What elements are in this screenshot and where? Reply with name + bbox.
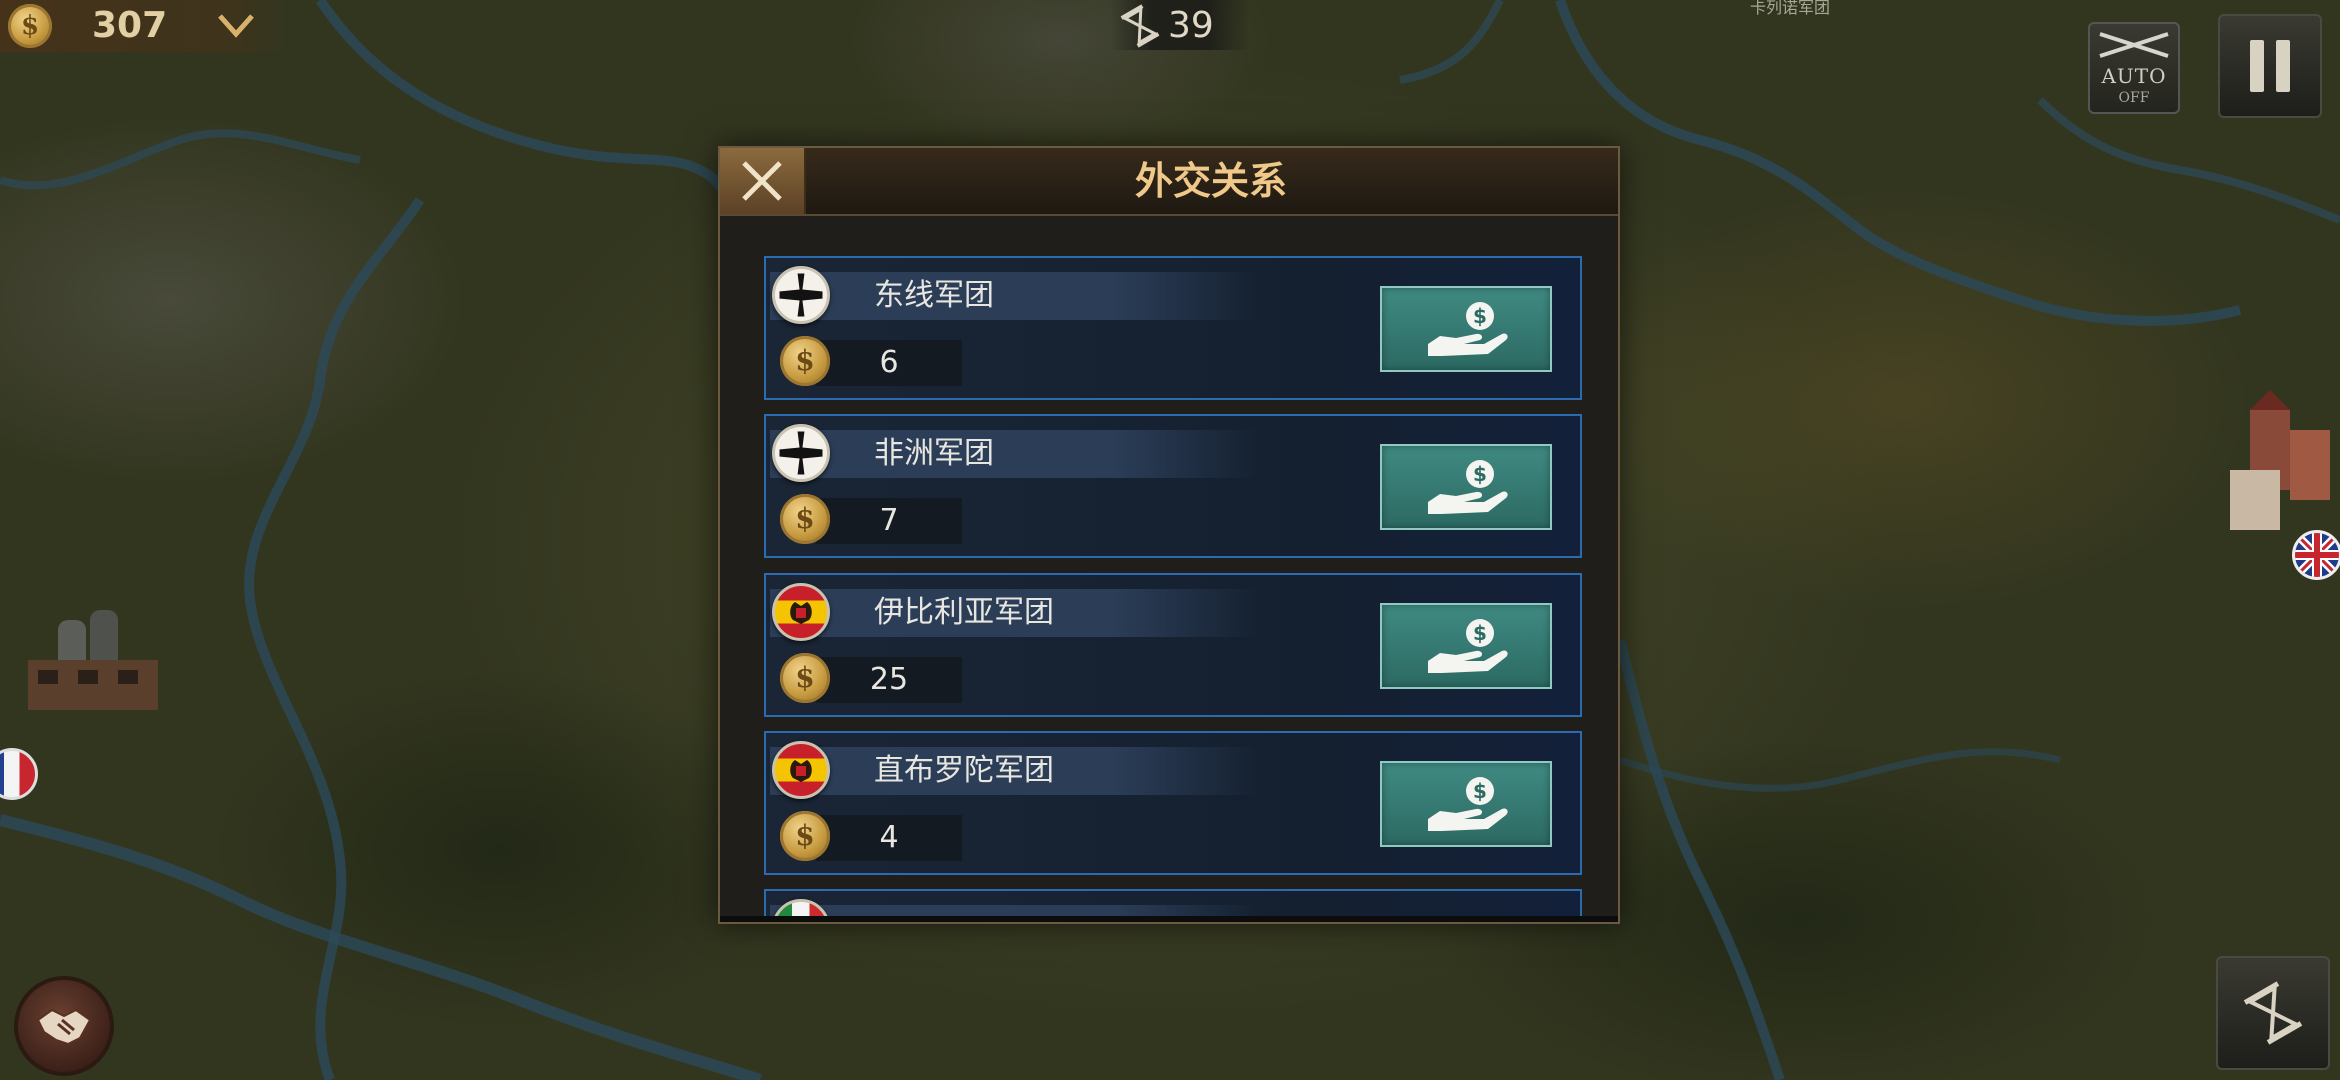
turn-value: 39 [1168, 5, 1214, 46]
hand-money-icon: $ [1428, 777, 1508, 831]
bribe-button[interactable]: $ [1380, 761, 1552, 847]
city-buildings[interactable] [2220, 390, 2340, 550]
crossed-rifles-icon [2099, 32, 2169, 58]
gold-coin-icon: $ [8, 4, 52, 48]
dialog-bottom-edge [720, 916, 1618, 922]
hand-money-icon: $ [1428, 302, 1508, 356]
factory-building[interactable] [18, 590, 188, 740]
gold-counter[interactable]: $ 307 [0, 0, 285, 52]
close-button[interactable] [720, 148, 806, 214]
hourglass-icon [1120, 4, 1160, 48]
close-icon [742, 161, 782, 201]
dialog-header: 外交关系 [720, 148, 1618, 216]
svg-text:$: $ [1473, 621, 1487, 645]
iron-cross-flag-icon [772, 424, 830, 482]
svg-text:$: $ [1473, 304, 1487, 328]
faction-cost: 7 [879, 503, 899, 538]
faction-list[interactable]: 东线军团 $ 6 $ 非洲军团 $ 7 $ 伊比利亚军团 $ 25 $ 直布罗陀… [720, 216, 1618, 918]
svg-text:$: $ [1473, 779, 1487, 803]
gold-coin-icon: $ [780, 811, 830, 861]
hand-money-icon: $ [1428, 460, 1508, 514]
faction-name: 直布罗陀军团 [874, 753, 1054, 788]
faction-row: 东线军团 $ 6 $ [764, 256, 1582, 400]
faction-name: 非洲军团 [874, 436, 994, 471]
chevron-down-icon[interactable] [216, 10, 256, 40]
gold-coin-icon: $ [780, 653, 830, 703]
auto-label: AUTO [2101, 64, 2167, 88]
bribe-button[interactable]: $ [1380, 603, 1552, 689]
diplomacy-dialog: 外交关系 东线军团 $ 6 $ 非洲军团 $ 7 $ 伊比利亚军团 $ 25 $… [718, 146, 1620, 924]
bribe-button[interactable]: $ [1380, 444, 1552, 530]
faction-name: 伊比利亚军团 [874, 595, 1054, 630]
gold-coin-icon: $ [780, 336, 830, 386]
turn-counter: 39 [1110, 0, 1250, 50]
spain-flag-icon [772, 741, 830, 799]
diplomacy-button[interactable] [14, 976, 114, 1076]
auto-battle-button[interactable]: AUTO OFF [2088, 22, 2180, 114]
spain-flag-icon [772, 583, 830, 641]
hand-money-icon: $ [1428, 619, 1508, 673]
dialog-title: 外交关系 [1134, 159, 1287, 203]
faction-cost: 25 [869, 662, 909, 697]
gold-coin-icon: $ [780, 494, 830, 544]
faction-name: 东线军团 [874, 278, 994, 313]
pause-button[interactable] [2218, 14, 2322, 118]
faction-row [764, 889, 1582, 918]
faction-cost: 4 [879, 820, 899, 855]
faction-row: 直布罗陀军团 $ 4 $ [764, 731, 1582, 875]
faction-row: 伊比利亚军团 $ 25 $ [764, 573, 1582, 717]
end-turn-button[interactable] [2216, 956, 2330, 1070]
uk-flag-marker[interactable] [2292, 530, 2340, 580]
gold-value: 307 [92, 5, 168, 46]
iron-cross-flag-icon [772, 266, 830, 324]
handshake-icon [36, 1008, 92, 1046]
hourglass-icon [2243, 981, 2303, 1045]
map-region-label: 卡列诺军团 [1750, 0, 1831, 17]
faction-row: 非洲军团 $ 7 $ [764, 414, 1582, 558]
faction-name-strip [770, 272, 1260, 320]
faction-cost: 6 [879, 345, 899, 380]
svg-text:$: $ [1473, 462, 1487, 486]
auto-state: OFF [2118, 90, 2150, 106]
faction-name-strip [770, 430, 1260, 478]
bribe-button[interactable]: $ [1380, 286, 1552, 372]
